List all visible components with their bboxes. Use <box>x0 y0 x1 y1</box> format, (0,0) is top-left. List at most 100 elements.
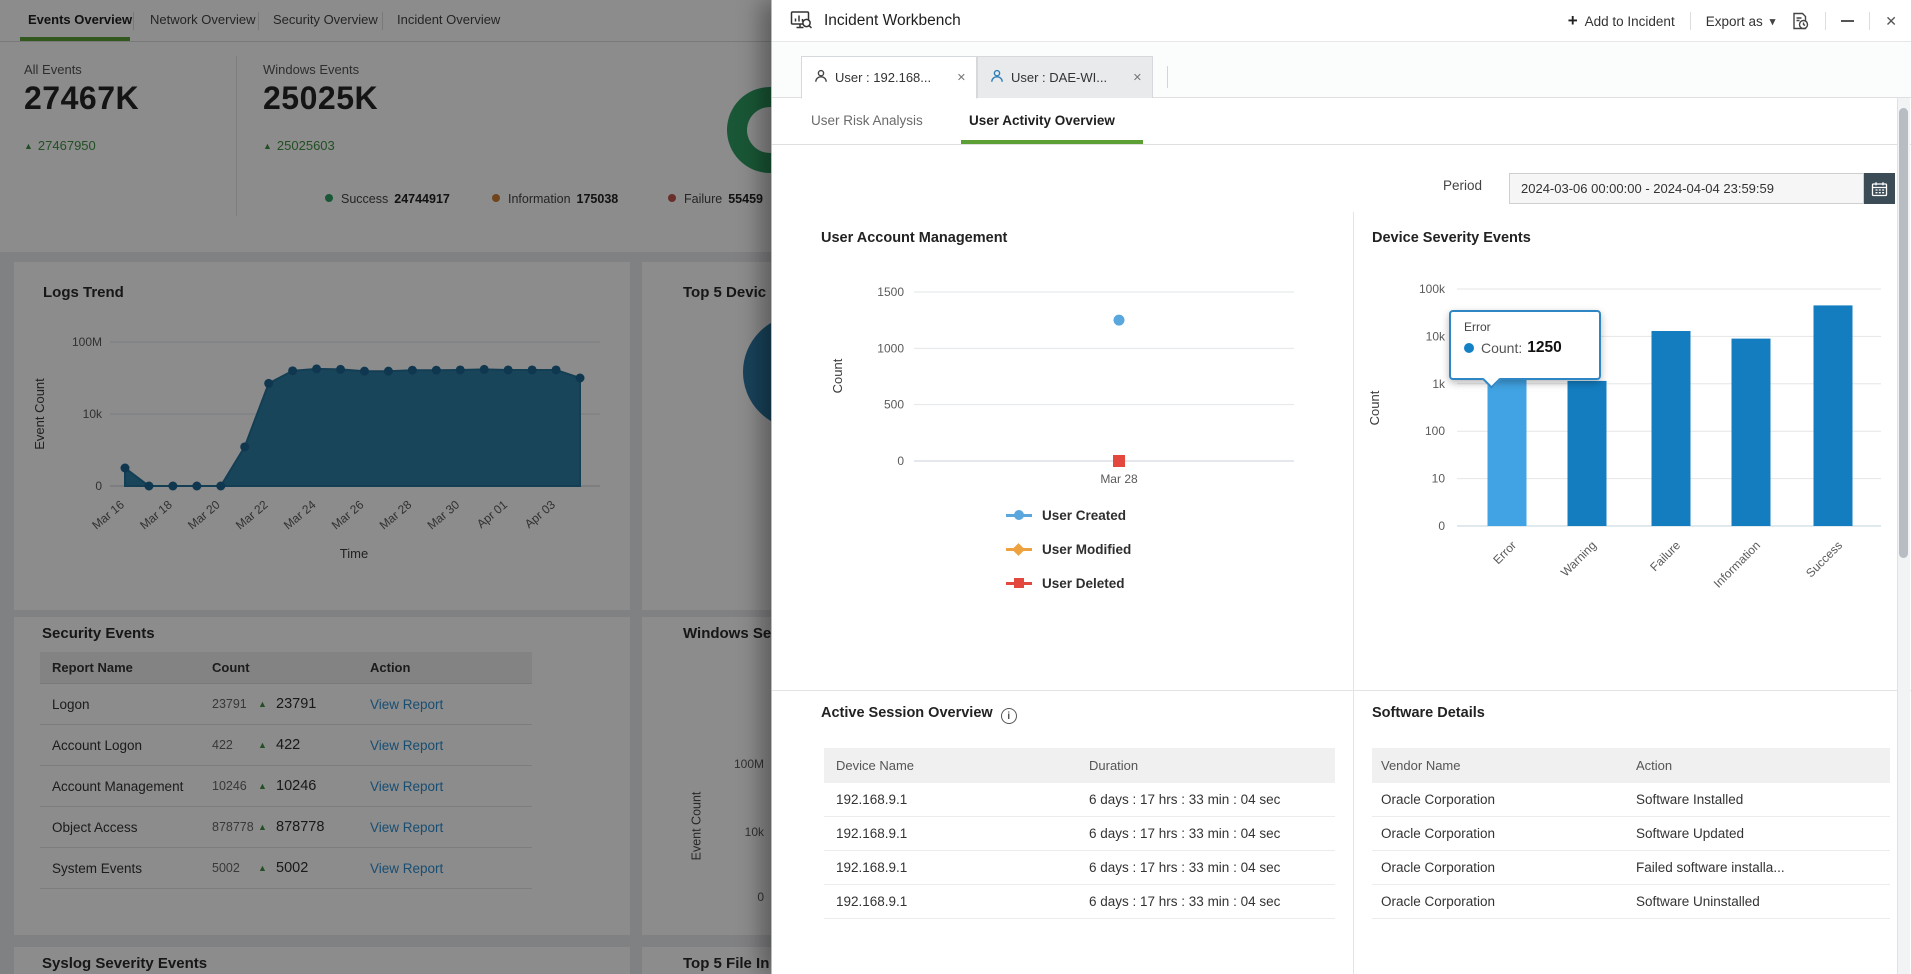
vendor-name-cell: Oracle Corporation <box>1381 851 1495 885</box>
action-cell: Software Installed <box>1636 783 1743 817</box>
column-action: Action <box>1636 748 1672 783</box>
diamond-marker-icon <box>1012 543 1025 556</box>
divider <box>1167 66 1168 88</box>
column-device-name: Device Name <box>836 748 914 783</box>
action-cell: Software Updated <box>1636 817 1744 851</box>
calendar-icon <box>1871 181 1888 197</box>
info-icon[interactable]: i <box>1001 708 1017 724</box>
table-row: Oracle CorporationFailed software instal… <box>1372 851 1890 885</box>
table-header: Vendor Name Action <box>1372 748 1890 783</box>
legend-marker-circle <box>1006 514 1032 517</box>
legend-marker-diamond <box>1006 548 1032 551</box>
duration-cell: 6 days : 17 hrs : 33 min : 04 sec <box>1089 885 1280 919</box>
period-label: Period <box>1443 178 1482 193</box>
vendor-name-cell: Oracle Corporation <box>1381 817 1495 851</box>
calendar-button[interactable] <box>1864 173 1895 204</box>
section-title: Software Details <box>1372 705 1485 721</box>
svg-text:Information: Information <box>1711 538 1763 590</box>
close-icon[interactable]: ✕ <box>1885 13 1897 30</box>
table-body: Oracle CorporationSoftware InstalledOrac… <box>1372 783 1890 919</box>
scheduled-report-icon[interactable] <box>1790 11 1810 31</box>
modal-header: Incident Workbench +Add to Incident Expo… <box>772 0 1911 42</box>
svg-text:1k: 1k <box>1432 377 1446 391</box>
legend-label: User Modified <box>1042 542 1131 557</box>
svg-text:100k: 100k <box>1419 282 1446 296</box>
entity-tab-user-ip[interactable]: User : 192.168... ✕ <box>801 56 977 99</box>
svg-text:0: 0 <box>897 454 904 468</box>
device-severity-chart: 0101001k10k100kCountErrorWarningFailureI… <box>1357 262 1902 612</box>
legend-item: User Modified <box>1006 539 1131 559</box>
table-row: 192.168.9.1 6 days : 17 hrs : 33 min : 04… <box>824 783 1335 817</box>
action-cell: Software Uninstalled <box>1636 885 1760 919</box>
minimize-icon <box>1841 20 1854 22</box>
tab-user-activity-overview[interactable]: User Activity Overview <box>969 98 1115 143</box>
series-dot-icon <box>1464 343 1474 353</box>
tooltip-title: Error <box>1464 320 1599 334</box>
bar-error[interactable] <box>1488 379 1527 526</box>
bar-information[interactable] <box>1732 339 1771 526</box>
user-icon <box>814 69 828 86</box>
tooltip-value: 1250 <box>1527 339 1561 357</box>
active-tab-underline <box>961 140 1143 144</box>
duration-cell: 6 days : 17 hrs : 33 min : 04 sec <box>1089 817 1280 851</box>
divider <box>1690 12 1691 30</box>
minimize-button[interactable] <box>1841 20 1854 22</box>
close-tab-icon[interactable]: ✕ <box>949 71 966 84</box>
modal-header-actions: +Add to Incident Export as▾ ✕ <box>1568 0 1897 42</box>
screen: Events Overview Network Overview Securit… <box>0 0 1911 974</box>
legend-label: User Created <box>1042 508 1126 523</box>
software-details-table: Vendor Name Action Oracle Corporation Sof… <box>1372 748 1890 919</box>
table-row: Oracle Corporation Software Updated <box>1372 817 1890 851</box>
section-title: Device Severity Events <box>1372 230 1531 246</box>
svg-text:1000: 1000 <box>877 341 904 355</box>
chart-tooltip: Error Count: 1250 <box>1449 310 1601 380</box>
active-sessions-table: Device Name Duration 192.168.9.1 6 days :… <box>824 748 1335 919</box>
svg-text:500: 500 <box>884 398 904 412</box>
bar-success[interactable] <box>1814 305 1853 526</box>
tab-user-risk-analysis[interactable]: User Risk Analysis <box>811 98 923 143</box>
chart-legend: User Created User Modified User Deleted <box>1006 505 1131 607</box>
bar-warning[interactable] <box>1568 381 1607 526</box>
legend-label: User Deleted <box>1042 576 1125 591</box>
workbench-icon <box>790 10 813 36</box>
bar-failure[interactable] <box>1652 331 1691 526</box>
user-account-management-chart: 050010001500CountMar 28 <box>818 262 1328 492</box>
svg-text:Success: Success <box>1803 538 1845 580</box>
vendor-name-cell: Oracle Corporation <box>1381 783 1495 817</box>
table-row: 192.168.9.16 days : 17 hrs : 33 min : 04… <box>824 851 1335 885</box>
duration-cell: 6 days : 17 hrs : 33 min : 04 sec <box>1089 783 1280 817</box>
svg-text:10k: 10k <box>1426 329 1446 343</box>
tab-label: User : DAE-WI... <box>1011 70 1107 85</box>
device-name-cell: 192.168.9.1 <box>836 783 907 817</box>
device-name-cell: 192.168.9.1 <box>836 817 907 851</box>
section-title: User Account Management <box>821 230 1007 246</box>
tooltip-label: Count: <box>1481 340 1522 356</box>
entity-tab-user-host[interactable]: User : DAE-WI... ✕ <box>977 56 1153 99</box>
device-name-cell: 192.168.9.1 <box>836 851 907 885</box>
vendor-name-cell: Oracle Corporation <box>1381 885 1495 919</box>
square-marker-icon <box>1014 578 1024 588</box>
table-body: 192.168.9.1 6 days : 17 hrs : 33 min : 04… <box>824 783 1335 919</box>
column-duration: Duration <box>1089 748 1138 783</box>
entity-tab-bar: User : 192.168... ✕ User : DAE-WI... ✕ <box>772 42 1911 98</box>
table-row: 192.168.9.1 6 days : 17 hrs : 33 min : 04… <box>824 885 1335 919</box>
export-as-button[interactable]: Export as▾ <box>1706 14 1776 29</box>
divider <box>1825 12 1826 30</box>
device-name-cell: 192.168.9.1 <box>836 885 907 919</box>
legend-item: User Deleted <box>1006 573 1131 593</box>
table-row: Oracle Corporation Software Uninstalled <box>1372 885 1890 919</box>
view-tab-bar: User Risk Analysis User Activity Overvie… <box>772 98 1911 145</box>
period-range-input[interactable]: 2024-03-06 00:00:00 - 2024-04-04 23:59:5… <box>1509 173 1864 204</box>
svg-text:Failure: Failure <box>1647 538 1683 574</box>
svg-text:Count: Count <box>830 358 845 393</box>
legend-item: User Created <box>1006 505 1131 525</box>
table-row: 192.168.9.1 6 days : 17 hrs : 33 min : 04… <box>824 817 1335 851</box>
add-to-incident-button[interactable]: +Add to Incident <box>1568 11 1675 31</box>
plus-icon: + <box>1568 11 1578 31</box>
close-tab-icon[interactable]: ✕ <box>1125 71 1142 84</box>
svg-text:Count: Count <box>1367 390 1382 425</box>
svg-text:10: 10 <box>1432 472 1446 486</box>
column-vendor-name: Vendor Name <box>1381 748 1461 783</box>
scrollbar-thumb[interactable] <box>1899 108 1908 558</box>
modal-title: Incident Workbench <box>824 0 961 42</box>
